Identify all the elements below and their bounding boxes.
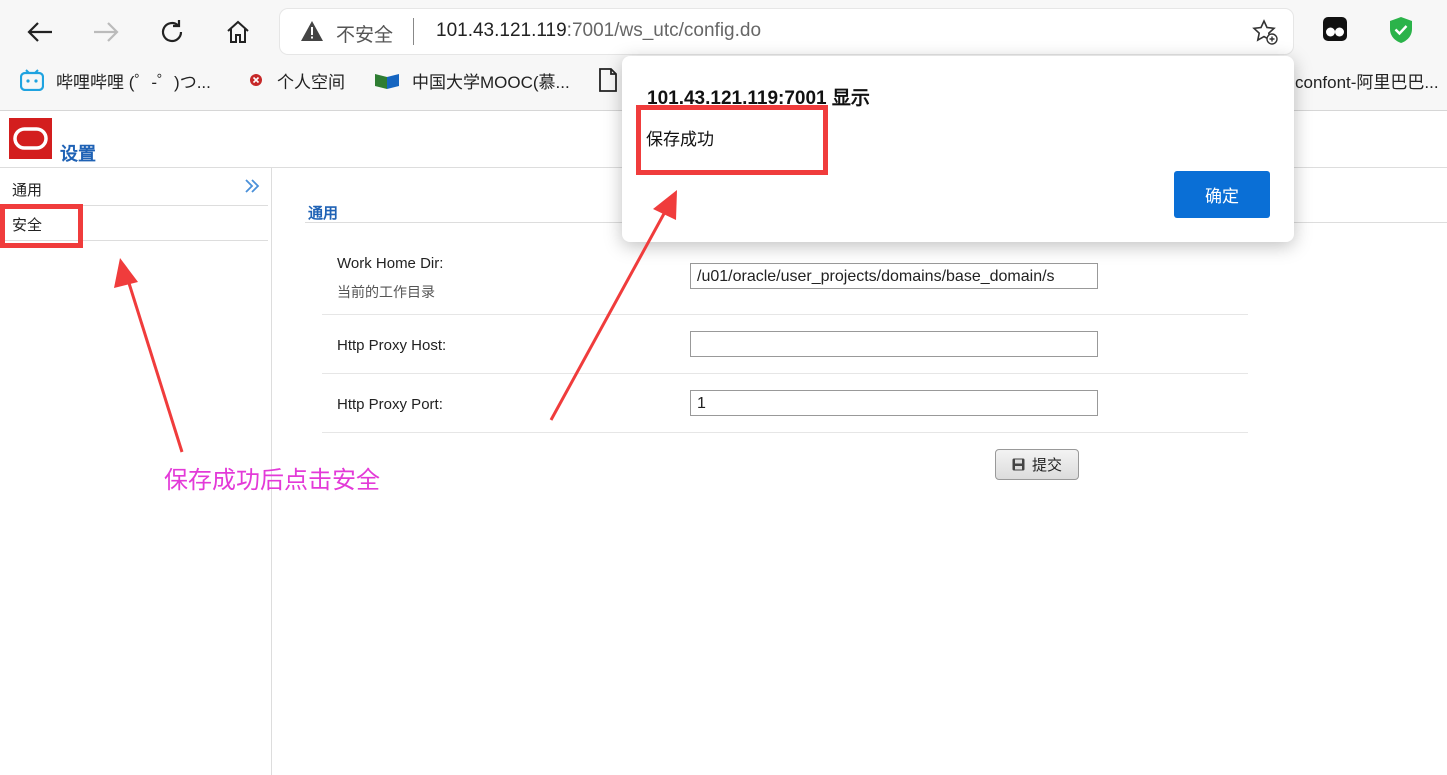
http-proxy-host-input[interactable] [690,331,1098,357]
warning-icon [300,20,324,47]
url-host: 101.43.121.119 [436,20,567,41]
back-button[interactable] [20,12,60,52]
home-icon [227,20,249,43]
section-title: 通用 [308,205,339,222]
submit-label: 提交 [1031,457,1062,474]
address-separator [413,18,414,45]
page-icon [598,68,618,92]
add-favorite-icon[interactable] [1251,18,1279,51]
reload-icon [161,20,183,43]
bookmark-bilibili[interactable]: 哔哩哔哩 (゜-゜)つ... [20,66,211,94]
bookmark-label: 中国大学MOOC(慕... [412,72,570,92]
url-path: :7001/ws_utc/config.do [566,20,762,41]
forward-arrow-icon [94,22,119,42]
address-bar[interactable]: 不安全 101.43.121.119:7001/ws_utc/config.do [280,9,1293,54]
back-arrow-icon [27,22,52,42]
bookmark-label: 个人空间 [277,72,345,92]
extension-tampermonkey-icon[interactable] [1322,16,1348,47]
mooc-icon [374,70,400,90]
bookmark-label: 哔哩哔哩 (゜-゜)つ... [56,72,211,92]
bookmark-label: confont-阿里巴巴... [1295,72,1439,92]
bilibili-icon [20,69,44,91]
save-disk-icon [1012,458,1025,471]
work-home-dir-input[interactable]: /u01/oracle/user_projects/domains/base_d… [690,263,1098,289]
work-home-dir-description: 当前的工作目录 [337,284,435,300]
extension-shield-icon[interactable] [1388,16,1414,49]
annotation-note: 保存成功后点击安全 [164,467,380,494]
double-chevron-right-icon[interactable] [244,178,260,199]
row-divider [322,373,1248,374]
profile-icon [247,71,265,89]
ok-button[interactable]: 确定 [1174,171,1270,218]
forward-button[interactable] [86,12,126,52]
annotation-highlight-security [0,204,83,248]
annotation-highlight-message [636,105,828,175]
oracle-logo [9,118,52,159]
bookmark-mooc[interactable]: 中国大学MOOC(慕... [374,66,570,94]
bookmark-profile[interactable]: 个人空间 [247,66,345,94]
url-text[interactable]: 101.43.121.119:7001/ws_utc/config.do [436,20,761,42]
submit-button[interactable]: 提交 [995,449,1079,480]
work-home-dir-label: Work Home Dir: [337,255,444,272]
sidebar-item-general[interactable]: 通用 [12,179,42,200]
row-divider [322,314,1248,315]
bookmark-iconfont[interactable]: confont-阿里巴巴... [1295,66,1439,94]
http-proxy-host-label: Http Proxy Host: [337,337,447,354]
home-button[interactable] [218,12,258,52]
security-label[interactable]: 不安全 [336,20,393,47]
page-title: 设置 [60,144,96,164]
reload-button[interactable] [152,12,192,52]
row-divider [322,432,1248,433]
http-proxy-port-label: Http Proxy Port: [337,396,443,413]
http-proxy-port-input[interactable]: 1 [690,390,1098,416]
